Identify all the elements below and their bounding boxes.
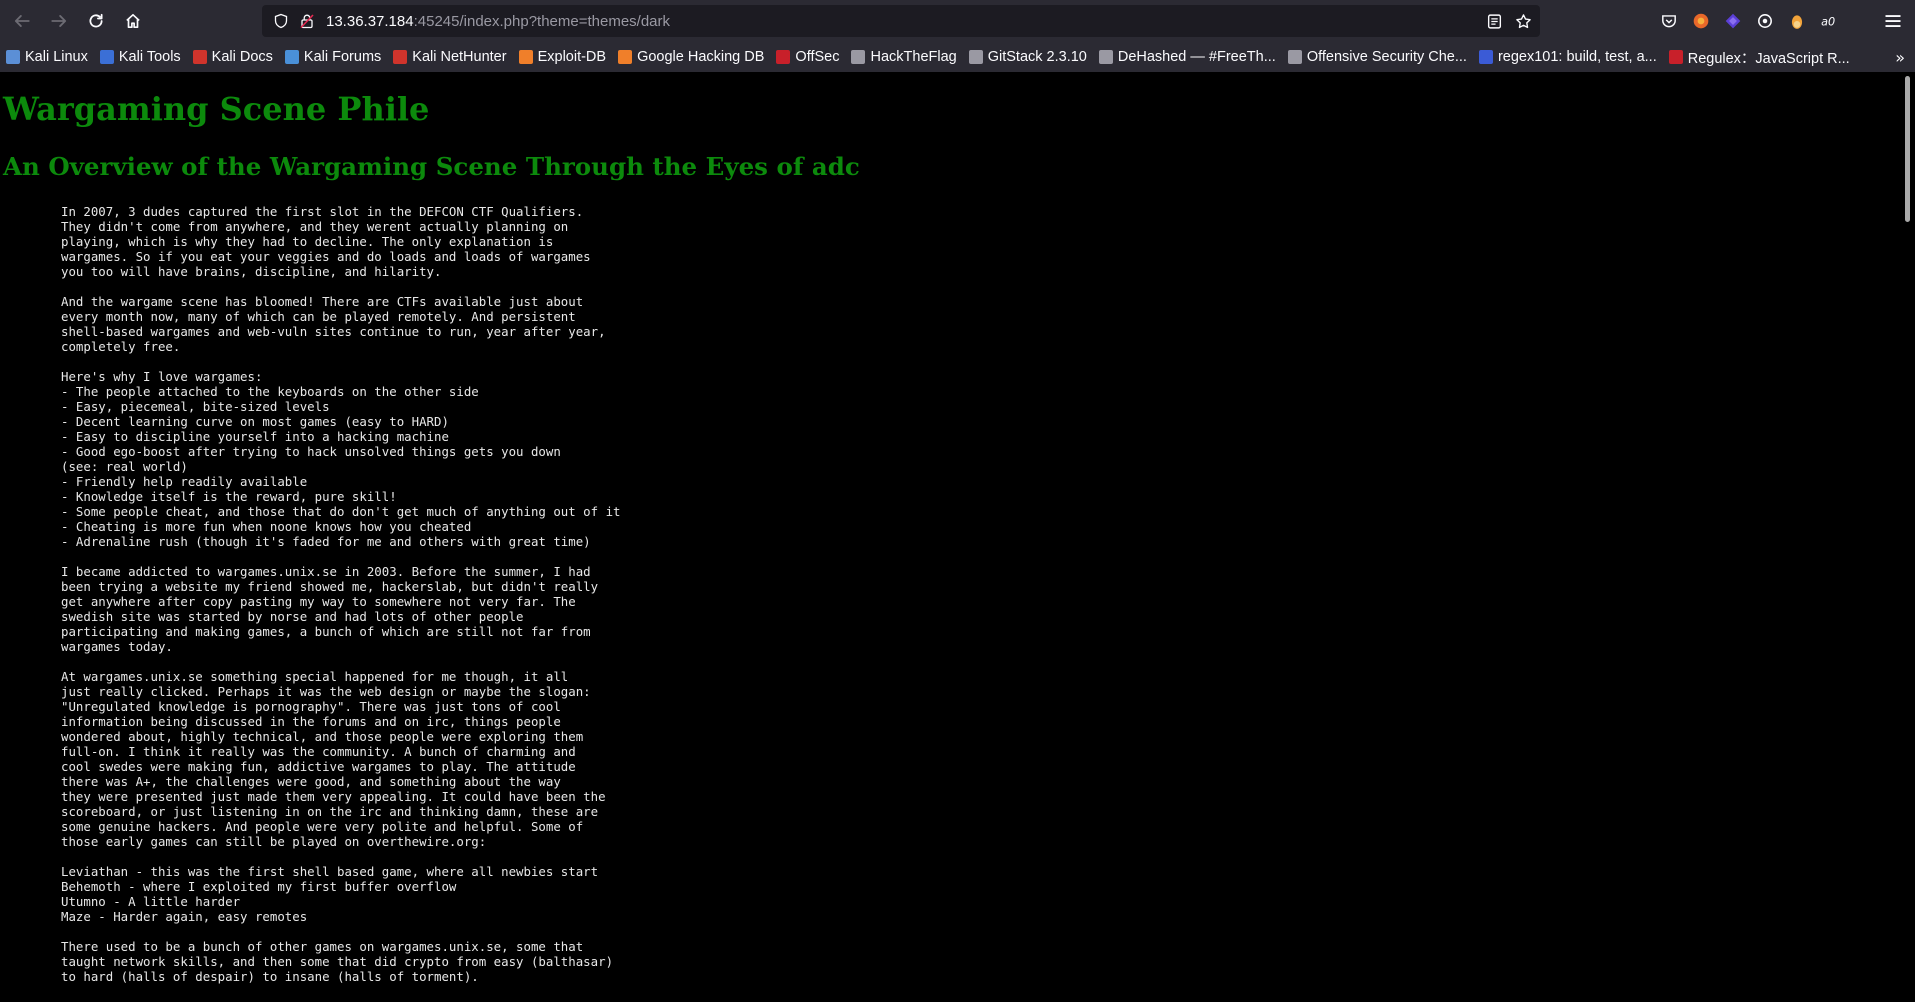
foxyproxy-icon[interactable]	[1692, 12, 1710, 30]
bookmark-favicon-icon	[618, 50, 633, 64]
bookmark-favicon-icon	[1478, 50, 1493, 64]
cookie-editor-icon[interactable]	[1788, 12, 1806, 30]
bookmarks-bar: Kali Linux Kali Tools Kali Docs Kali Forums…	[0, 42, 1915, 72]
bookmark-favicon-icon	[99, 50, 114, 64]
bookmark-label: regex101: build, test, a...	[1497, 49, 1657, 65]
url-host: 13.36.37.184	[326, 12, 414, 30]
page-subtitle: An Overview of the Wargaming Scene Throu…	[3, 152, 860, 181]
bookmark-label: DeHashed — #FreeTh...	[1117, 49, 1276, 65]
bookmark-item[interactable]: Exploit-DB	[518, 49, 607, 65]
extension-icons: a0	[1660, 0, 1838, 42]
scrollbar-thumb[interactable]	[1905, 76, 1910, 222]
bookmark-favicon-icon	[968, 50, 983, 64]
bookmark-item[interactable]: Google Hacking DB	[618, 49, 764, 65]
article-text: In 2007, 3 dudes captured the first slot…	[61, 204, 621, 984]
bookmark-item[interactable]: Kali Forums	[284, 49, 382, 65]
forward-arrow-icon	[51, 15, 67, 27]
bookmark-label: Regulex：JavaScript R...	[1687, 50, 1850, 67]
bookmark-item[interactable]: GitStack 2.3.10	[968, 49, 1087, 65]
bookmark-star-icon[interactable]	[1515, 13, 1532, 30]
url-text[interactable]: 13.36.37.184:45245/index.php?theme=theme…	[326, 13, 670, 30]
bookmark-label: Offensive Security Che...	[1306, 49, 1467, 65]
app-menu-icon[interactable]	[1883, 11, 1903, 31]
hackbar-icon[interactable]: a0	[1820, 12, 1838, 30]
bookmark-label: GitStack 2.3.10	[987, 49, 1087, 65]
extension-gear-icon[interactable]	[1756, 12, 1774, 30]
forward-button[interactable]	[42, 4, 76, 38]
bookmark-favicon-icon	[1287, 50, 1302, 64]
home-icon	[126, 13, 140, 29]
bookmark-item[interactable]: Kali Docs	[192, 49, 273, 65]
bookmark-item[interactable]: regex101: build, test, a...	[1478, 49, 1657, 65]
url-path: :45245/index.php?theme=themes/dark	[413, 12, 671, 30]
bookmark-favicon-icon	[393, 50, 408, 64]
bookmark-label: OffSec	[795, 49, 840, 65]
bookmark-label: Exploit-DB	[537, 49, 607, 65]
bookmark-item[interactable]: HackTheFlag	[851, 49, 957, 65]
address-bar[interactable]: 13.36.37.184:45245/index.php?theme=theme…	[262, 5, 1540, 37]
bookmark-item[interactable]: Kali NetHunter	[393, 49, 507, 65]
reader-view-icon[interactable]	[1486, 13, 1503, 30]
bookmark-label: HackTheFlag	[870, 49, 957, 65]
pocket-icon[interactable]	[1660, 12, 1678, 30]
wappalyzer-icon[interactable]	[1724, 12, 1742, 30]
bookmark-item[interactable]: Regulex：JavaScript R...	[1668, 47, 1850, 68]
bookmark-label: Kali Forums	[303, 49, 382, 65]
browser-toolbar: 13.36.37.184:45245/index.php?theme=theme…	[0, 0, 1915, 42]
bookmark-favicon-icon	[1668, 50, 1683, 64]
bookmark-label: Kali Docs	[211, 49, 273, 65]
bookmark-label: Kali NetHunter	[412, 49, 507, 65]
bookmark-label: Kali Linux	[25, 49, 88, 65]
back-arrow-icon	[14, 15, 30, 27]
bookmark-item[interactable]: DeHashed — #FreeTh...	[1098, 49, 1276, 65]
bookmark-label: Google Hacking DB	[637, 49, 765, 65]
bookmark-favicon-icon	[776, 50, 791, 64]
bookmark-favicon-icon	[6, 50, 20, 64]
page-content: Wargaming Scene Phile An Overview of the…	[0, 72, 1900, 1002]
insecure-lock-icon[interactable]	[298, 12, 316, 30]
page-scrollbar[interactable]	[1900, 72, 1915, 1002]
bookmark-favicon-icon	[518, 50, 533, 64]
bookmark-favicon-icon	[192, 50, 207, 64]
reload-button[interactable]	[79, 4, 113, 38]
bookmark-item[interactable]: Kali Linux	[6, 49, 88, 65]
bookmark-item[interactable]: Kali Tools	[99, 49, 181, 65]
page-title: Wargaming Scene Phile	[3, 90, 430, 128]
tracking-protection-icon[interactable]	[272, 12, 290, 30]
bookmarks-overflow-chevron-icon[interactable]: »	[1895, 48, 1905, 67]
bookmark-favicon-icon	[851, 50, 866, 64]
reload-icon	[89, 13, 103, 28]
bookmark-item[interactable]: Offensive Security Che...	[1287, 49, 1467, 65]
bookmark-favicon-icon	[1098, 50, 1113, 64]
bookmark-item[interactable]: OffSec	[776, 49, 839, 65]
bookmark-favicon-icon	[284, 50, 299, 64]
back-button[interactable]	[5, 4, 39, 38]
bookmark-label: Kali Tools	[118, 49, 181, 65]
svg-text:a0: a0	[1821, 16, 1835, 29]
home-button[interactable]	[116, 4, 150, 38]
